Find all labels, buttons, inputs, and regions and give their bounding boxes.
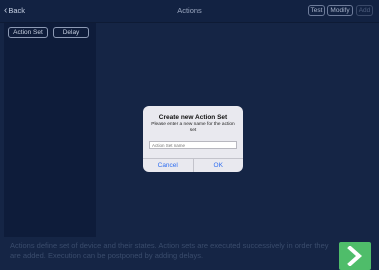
- cancel-button[interactable]: Cancel: [143, 159, 193, 172]
- next-button[interactable]: [339, 242, 371, 270]
- dialog-message: Please enter a new name for the action s…: [151, 122, 235, 133]
- tab-delay[interactable]: Delay: [53, 27, 89, 38]
- modify-button[interactable]: Modify: [327, 5, 353, 16]
- tab-action-set[interactable]: Action Set: [8, 27, 48, 38]
- action-set-name-input[interactable]: [149, 141, 237, 149]
- add-button[interactable]: Add: [356, 5, 373, 16]
- dialog-buttons: Cancel OK: [143, 158, 243, 172]
- navigation-bar: ‹ Back Actions Test Modify Add: [0, 0, 379, 23]
- ok-button[interactable]: OK: [192, 159, 244, 172]
- chevron-right-icon: [347, 246, 363, 266]
- dialog-title: Create new Action Set: [158, 114, 228, 121]
- create-action-set-dialog: Create new Action Set Please enter a new…: [143, 106, 243, 172]
- test-button[interactable]: Test: [308, 5, 325, 16]
- footer-description: Actions define set of device and their s…: [10, 241, 329, 260]
- sidebar: Action Set Delay: [4, 23, 96, 237]
